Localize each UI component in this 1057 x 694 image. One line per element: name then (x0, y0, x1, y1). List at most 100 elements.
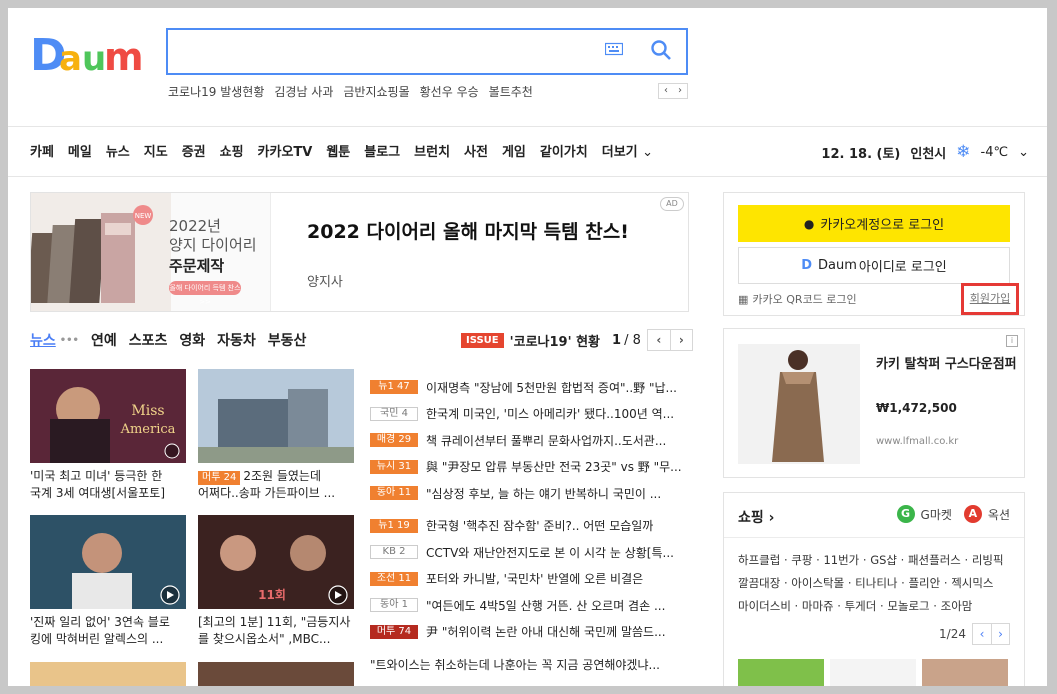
news-item[interactable]: 동아 1 "여든에도 4박5일 산행 거뜬. 산 오르며 겸손 ... (370, 592, 690, 619)
chevron-left-icon[interactable]: ‹ (973, 624, 991, 644)
news-item[interactable]: 뉴1 19 한국형 '핵추진 잠수함' 준비?.. 어떤 모습일까 (370, 513, 690, 540)
thumbnail-miss-america[interactable]: Miss America (30, 369, 186, 463)
search-icon[interactable] (650, 39, 672, 61)
news-headline[interactable]: "트와이스는 취소하는데 나훈아는 꼭 지금 공연해야겠냐... (370, 656, 660, 673)
shop-link[interactable]: 아이스탁몰 (791, 576, 844, 590)
shop-link[interactable]: 깔끔대장 (738, 576, 780, 590)
shop-link[interactable]: 쿠팡 (791, 553, 812, 567)
news-item[interactable]: 뉴시 31 與 "尹장모 압류 부동산만 전국 23곳" vs 野 "무... (370, 454, 690, 481)
shop-link[interactable]: 투게더 (845, 599, 877, 613)
daum-logo[interactable]: D a u m (30, 28, 150, 78)
shop-link[interactable]: 마이더스비 (738, 599, 791, 613)
news-item[interactable]: "트와이스는 취소하는데 나훈아는 꼭 지금 공연해야겠냐... (370, 651, 690, 678)
chevron-right-icon[interactable]: › (991, 624, 1009, 644)
nav-item-cafe[interactable]: 카페 (30, 141, 54, 163)
thumbnail-partial[interactable] (30, 662, 186, 686)
news-item[interactable]: 매경 29 책 큐레이션부터 풀뿌리 문화사업까지..도서관... (370, 427, 690, 454)
ad-banner[interactable]: NEW 2022년 양지 다이어리 주문제작 올해 다이어리 득템 찬스 >> … (30, 192, 689, 312)
news-headline[interactable]: "심상정 후보, 늘 하는 얘기 반복하니 국민이 ... (426, 485, 661, 502)
shop-link[interactable]: 마마쥬 (802, 599, 834, 613)
tab-movie[interactable]: 영화 (179, 330, 205, 350)
nav-item-dictionary[interactable]: 사전 (464, 141, 488, 163)
nav-item-more[interactable]: 더보기 ⌄ (602, 141, 653, 163)
nav-item-map[interactable]: 지도 (144, 141, 168, 163)
shop-link[interactable]: 하프클럽 (738, 553, 780, 567)
shop-link[interactable]: GS샵 (870, 553, 897, 567)
thumbnail-caption[interactable]: [최고의 1분] 11회, "금등지사 를 찾으시옵소서" ,MBC... (198, 614, 354, 648)
qr-login-link[interactable]: ▦ 카카오 QR코드 로그인 (738, 291, 857, 307)
chevron-left-icon[interactable]: ‹ (659, 84, 673, 98)
shop-link[interactable]: 11번가 (823, 553, 859, 567)
shop-product-image[interactable] (738, 659, 824, 686)
chevron-right-icon[interactable]: › (673, 84, 687, 98)
trend-keyword[interactable]: 코로나19 발생현황 (168, 83, 264, 101)
shop-link[interactable]: 리빙픽 (972, 553, 1004, 567)
news-headline[interactable]: 책 큐레이션부터 풀뿌리 문화사업까지..도서관... (426, 432, 666, 449)
news-headline[interactable]: 한국형 '핵추진 잠수함' 준비?.. 어떤 모습일까 (426, 517, 653, 534)
chevron-down-icon[interactable]: ⌄ (1018, 145, 1029, 160)
tab-news[interactable]: 뉴스 (30, 330, 56, 350)
thumbnail-caption[interactable]: '진짜 일리 없어' 3연속 블로 킹에 막혀버린 알렉스의 ... (30, 614, 186, 648)
city-name[interactable]: 인천시 (910, 143, 946, 162)
news-headline[interactable]: CCTV와 재난안전지도로 본 이 시각 눈 상황[특... (426, 544, 674, 561)
nav-item-brunch[interactable]: 브런치 (414, 141, 450, 163)
nav-item-mail[interactable]: 메일 (68, 141, 92, 163)
signup-link[interactable]: 회원가입 (961, 283, 1019, 315)
tab-car[interactable]: 자동차 (217, 330, 256, 350)
thumbnail-drama[interactable]: 11회 (198, 515, 354, 609)
news-item[interactable]: 머투 74 尹 "허위이력 논란 아내 대신해 국민께 말씀드... (370, 619, 690, 646)
trend-keyword[interactable]: 김경남 사과 (274, 83, 333, 101)
thumbnail-partial[interactable] (198, 662, 354, 686)
chevron-right-icon[interactable]: › (669, 330, 692, 350)
auction-link[interactable]: 옥션 (988, 506, 1010, 523)
issue-text[interactable]: '코로나19' 현황 (510, 331, 600, 350)
nav-item-together[interactable]: 같이가치 (540, 141, 588, 163)
thumbnail-volleyball[interactable] (30, 515, 186, 609)
info-icon[interactable]: i (1006, 335, 1018, 347)
thumbnail-caption[interactable]: 머투 24 2조원 들였는데 어쩌다..송파 가든파이브 ... (198, 468, 354, 502)
news-headline[interactable]: 이재명측 "장남에 5천만원 합법적 증여"..野 "납... (426, 379, 677, 396)
shop-link[interactable]: 조아맘 (941, 599, 973, 613)
shop-link[interactable]: 모놀로그 (887, 599, 929, 613)
news-item[interactable]: 동아 11 "심상정 후보, 늘 하는 얘기 반복하니 국민이 ... (370, 480, 690, 507)
shop-link[interactable]: 티나티나 (855, 576, 897, 590)
ad-badge[interactable]: AD (660, 197, 684, 211)
nav-item-kakaotv[interactable]: 카카오TV (258, 141, 313, 163)
shop-link[interactable]: 패션플러스 (908, 553, 961, 567)
shop-product-image[interactable] (922, 659, 1008, 686)
thumbnail-garden-five[interactable] (198, 369, 354, 463)
shop-link[interactable]: 젝시믹스 (951, 576, 993, 590)
ad-title[interactable]: 2022 다이어리 올해 마지막 득템 찬스! (307, 219, 647, 246)
thumbnail-caption[interactable]: '미국 최고 미녀' 등극한 한 국계 3세 여대생[서울포토] (30, 468, 186, 502)
news-headline[interactable]: 與 "尹장모 압류 부동산만 전국 23곳" vs 野 "무... (426, 458, 682, 475)
news-headline[interactable]: 한국계 미국인, '미스 아메리카' 됐다..100년 역... (426, 405, 674, 422)
nav-item-shopping[interactable]: 쇼핑 (220, 141, 244, 163)
shop-product-image[interactable] (830, 659, 916, 686)
news-headline[interactable]: 포터와 카니발, '국민차' 반열에 오른 비결은 (426, 570, 643, 587)
keyboard-icon[interactable] (605, 42, 623, 56)
shop-link[interactable]: 플리안 (908, 576, 940, 590)
tab-realestate[interactable]: 부동산 (268, 330, 307, 350)
news-item[interactable]: 조선 11 포터와 카니발, '국민차' 반열에 오른 비결은 (370, 566, 690, 593)
news-item[interactable]: 국민 4 한국계 미국인, '미스 아메리카' 됐다..100년 역... (370, 401, 690, 428)
chevron-left-icon[interactable]: ‹ (648, 330, 670, 350)
trend-keyword[interactable]: 황선우 우승 (420, 83, 479, 101)
search-input[interactable] (178, 38, 598, 66)
news-item[interactable]: 뉴1 47 이재명측 "장남에 5천만원 합법적 증여"..野 "납... (370, 374, 690, 401)
nav-item-game[interactable]: 게임 (502, 141, 526, 163)
nav-item-stock[interactable]: 증권 (182, 141, 206, 163)
daum-login-button[interactable]: D Daum 아이디로 로그인 (738, 247, 1010, 284)
tab-sports[interactable]: 스포츠 (129, 330, 168, 350)
tab-entertainment[interactable]: 연예 (91, 330, 117, 350)
nav-item-blog[interactable]: 블로그 (364, 141, 400, 163)
product-title[interactable]: 카키 탈착퍼 구스다운점퍼 (876, 355, 1018, 374)
trend-keyword[interactable]: 금반지쇼핑몰 (343, 83, 409, 101)
nav-item-webtoon[interactable]: 웹툰 (326, 141, 350, 163)
news-item[interactable]: KB 2 CCTV와 재난안전지도로 본 이 시각 눈 상황[특... (370, 539, 690, 566)
news-headline[interactable]: "여든에도 4박5일 산행 거뜬. 산 오르며 겸손 ... (426, 597, 665, 614)
news-headline[interactable]: 尹 "허위이력 논란 아내 대신해 국민께 말씀드... (426, 623, 666, 640)
nav-item-news[interactable]: 뉴스 (106, 141, 130, 163)
gmarket-link[interactable]: G마켓 (921, 506, 952, 523)
shopping-title[interactable]: 쇼핑 › (738, 507, 774, 527)
product-ad-panel[interactable]: 카키 탈착퍼 구스다운점퍼 ₩1,472,500 www.lfmall.co.k… (723, 328, 1025, 478)
